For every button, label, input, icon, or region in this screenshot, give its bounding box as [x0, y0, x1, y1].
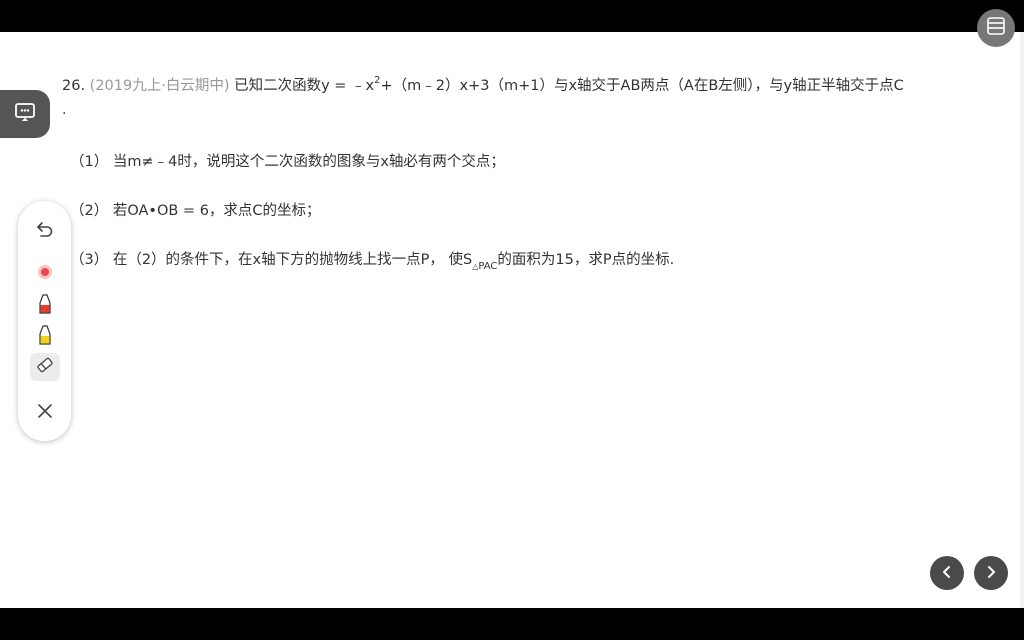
question-stem: 26. (2019九上·白云期中) 已知二次函数y = ﹣x2+（m﹣2）x+3…: [62, 74, 904, 95]
highlighter-button[interactable]: [30, 323, 60, 351]
red-pen-button[interactable]: [30, 292, 60, 320]
next-page-button[interactable]: [974, 556, 1008, 590]
close-toolbar-button[interactable]: [30, 399, 60, 427]
question-part-3-subscript: PAC: [478, 261, 498, 272]
screen-cast-button[interactable]: [0, 90, 50, 138]
annotation-toolbar: [18, 201, 71, 441]
top-black-bar: [0, 0, 1024, 32]
question-stem-text-a: 已知二次函数y = ﹣x: [234, 78, 375, 94]
question-part-3-text-a: （3） 在（2）的条件下，在x轴下方的抛物线上找一点P， 使S: [70, 252, 473, 268]
chevron-right-icon: [984, 564, 998, 583]
screen-cast-icon: [14, 102, 36, 126]
bottom-black-bar: [0, 608, 1024, 640]
yellow-highlighter-icon: [36, 324, 54, 350]
undo-icon: [35, 219, 55, 243]
scroll-edge: [1020, 32, 1024, 608]
question-part-3-text-b: 的面积为15，求P点的坐标.: [497, 252, 675, 268]
question-stem-text-b: +（m﹣2）x+3（m+1）与x轴交于AB两点（A在B左侧），与y轴正半轴交于点…: [380, 78, 904, 94]
chevron-left-icon: [940, 564, 954, 583]
question-stem-end: .: [62, 102, 67, 118]
question-number: 26.: [62, 78, 86, 94]
close-icon: [36, 402, 54, 424]
laser-pointer-icon: [36, 263, 54, 285]
document-viewer: 26. (2019九上·白云期中) 已知二次函数y = ﹣x2+（m﹣2）x+3…: [0, 32, 1024, 608]
layout-icon: [986, 16, 1006, 40]
eraser-icon: [35, 355, 55, 379]
layout-toggle-button[interactable]: [977, 9, 1015, 47]
red-pen-icon: [36, 293, 54, 319]
question-source[interactable]: (2019九上·白云期中): [90, 78, 230, 94]
question-part-3: （3） 在（2）的条件下，在x轴下方的抛物线上找一点P， 使S△PAC的面积为1…: [70, 248, 674, 272]
laser-pointer-button[interactable]: [30, 260, 60, 288]
previous-page-button[interactable]: [930, 556, 964, 590]
eraser-button[interactable]: [30, 353, 60, 381]
question-part-2: （2） 若OA•OB = 6，求点C的坐标；: [70, 203, 321, 219]
undo-button[interactable]: [30, 217, 60, 245]
question-part-1: （1） 当m≠﹣4时，说明这个二次函数的图象与x轴必有两个交点；: [70, 154, 505, 170]
